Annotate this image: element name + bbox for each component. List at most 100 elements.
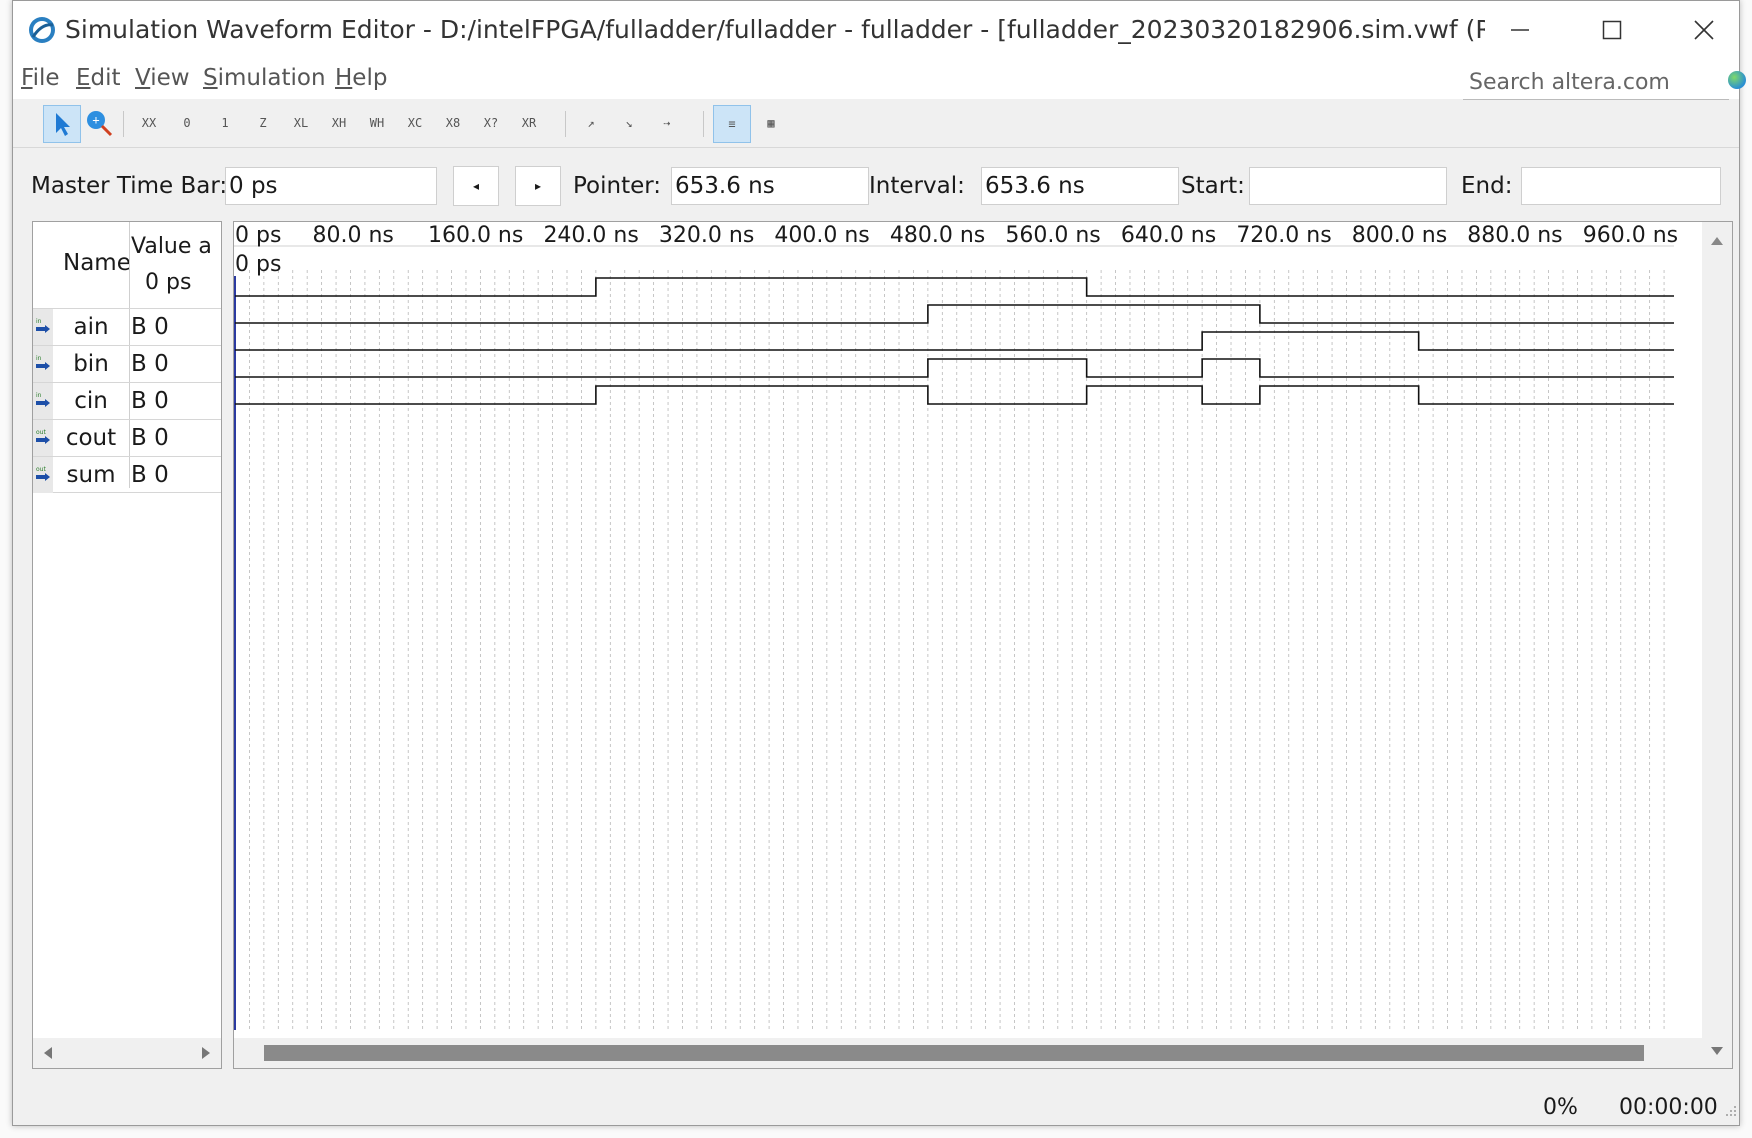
signal-row-ain[interactable]: in ain B 0 [33, 308, 221, 345]
count-value-button[interactable]: X8 [435, 105, 471, 141]
menu-file[interactable]: File [21, 65, 60, 91]
previous-transition-button[interactable]: ◂ [453, 166, 499, 206]
arbitrary-value-button[interactable]: ↗ [573, 105, 609, 141]
forcing-high-button[interactable]: 1 [207, 105, 243, 141]
random-values-button[interactable]: XR [511, 105, 547, 141]
select-pointer-button[interactable] [43, 105, 81, 143]
end-label: End: [1461, 173, 1513, 199]
close-button[interactable] [1681, 9, 1727, 51]
minimize-button[interactable] [1497, 9, 1543, 51]
toolbar-separator [565, 111, 566, 137]
resize-grip-icon[interactable] [1725, 1105, 1737, 1117]
signal-value: B 0 [131, 314, 169, 340]
next-transition-button[interactable]: ▸ [515, 166, 561, 206]
interval-field[interactable]: 653.6 ns [981, 167, 1179, 205]
time-tick-label: 480.0 ns [890, 223, 985, 248]
signal-list-hscroll[interactable] [33, 1038, 221, 1068]
scroll-down-icon[interactable] [1711, 1046, 1723, 1056]
grid-settings-button[interactable]: ▦ [753, 105, 789, 141]
waveform-canvas[interactable]: 0 ps 80.0 ns 160.0 ns 240.0 ns 320.0 ns 400.0… [234, 222, 1702, 1038]
menu-help-mnemonic: H [335, 65, 353, 91]
weak-low-button[interactable]: XH [321, 105, 357, 141]
signal-icon-cell: out [33, 420, 53, 456]
menu-edit-label: dit [90, 65, 121, 91]
maximize-icon [1602, 20, 1622, 40]
menu-edit-mnemonic: E [76, 65, 91, 91]
waveform-ain [235, 277, 1674, 297]
menu-view[interactable]: View [135, 65, 190, 91]
pointer-field[interactable]: 653.6 ns [671, 167, 869, 205]
signal-value: B 0 [131, 425, 169, 451]
forcing-unknown-icon: XX [141, 116, 157, 130]
elapsed-time: 00:00:00 [1619, 1095, 1718, 1120]
waveform-panel[interactable]: 0 ps 80.0 ns 160.0 ns 240.0 ns 320.0 ns 400.0… [233, 221, 1733, 1069]
svg-text:in: in [36, 355, 42, 362]
scroll-right-icon[interactable] [201, 1047, 211, 1059]
end-field[interactable] [1521, 167, 1721, 205]
waveform-bin [235, 304, 1674, 324]
waveform-hscroll[interactable] [234, 1038, 1702, 1068]
globe-icon[interactable] [1728, 71, 1746, 89]
zoom-icon: + [87, 111, 113, 137]
waveform-vscroll[interactable] [1702, 222, 1732, 1068]
menu-edit[interactable]: Edit [76, 65, 121, 91]
time-tick-label: 720.0 ns [1236, 223, 1331, 248]
search-placeholder: Search altera.com [1469, 69, 1670, 95]
value-column-time: 0 ps [145, 270, 192, 295]
signal-row-cout[interactable]: out cout B 0 [33, 419, 221, 456]
maximize-button[interactable] [1589, 9, 1635, 51]
close-icon [1694, 20, 1714, 40]
signal-icon-cell: out [33, 457, 53, 493]
clock-button[interactable]: X? [473, 105, 509, 141]
arbitrary-value-icon: ↗ [587, 116, 595, 130]
weak-high-button[interactable]: WH [359, 105, 395, 141]
waveform-hscroll-thumb[interactable] [264, 1045, 1644, 1061]
scroll-up-icon[interactable] [1711, 236, 1723, 246]
overwrite-clock-button[interactable]: ≡ [713, 105, 751, 143]
signal-row-bin[interactable]: in bin B 0 [33, 345, 221, 382]
signal-name: cout [65, 425, 117, 451]
time-tick-label: 320.0 ns [659, 223, 754, 248]
time-tick-label: 800.0 ns [1352, 223, 1447, 248]
input-pin-icon: in [36, 355, 50, 370]
search-input[interactable]: Search altera.com [1463, 65, 1729, 100]
waveform-cout [235, 358, 1674, 378]
value-column-header[interactable]: Value a [131, 234, 223, 259]
snap-to-grid-button[interactable]: ↘ [611, 105, 647, 141]
invert-button[interactable]: XC [397, 105, 433, 141]
signal-row-cin[interactable]: in cin B 0 [33, 382, 221, 419]
master-time-bar-field[interactable]: 0 ps [225, 167, 437, 205]
time-tick-label: 0 ps [235, 223, 281, 248]
weak-high-icon: WH [369, 116, 385, 130]
scroll-left-icon[interactable] [43, 1047, 53, 1059]
sort-button[interactable]: ⇢ [649, 105, 685, 141]
forcing-unknown-button[interactable]: XX [131, 105, 167, 141]
start-field[interactable] [1249, 167, 1447, 205]
forcing-high-icon: 1 [221, 116, 229, 130]
time-tick-label: 560.0 ns [1005, 223, 1100, 248]
svg-text:in: in [36, 318, 42, 325]
window-title: Simulation Waveform Editor - D:/intelFPG… [65, 15, 1485, 44]
menu-view-label: iew [150, 65, 190, 91]
menu-help[interactable]: Help [335, 65, 387, 91]
input-pin-icon: in [36, 318, 50, 333]
master-time-bar-label: Master Time Bar: [31, 173, 228, 199]
time-tick-label: 240.0 ns [543, 223, 638, 248]
signal-row-sum[interactable]: out sum B 0 [33, 456, 221, 493]
random-values-icon: XR [521, 116, 537, 130]
waveform-cin [235, 331, 1674, 351]
progress-percent: 0% [1543, 1095, 1578, 1120]
high-impedance-button[interactable]: Z [245, 105, 281, 141]
svg-text:out: out [36, 466, 46, 473]
start-label: Start: [1181, 173, 1245, 199]
select-pointer-icon [56, 113, 70, 136]
name-column-header[interactable]: Name [63, 250, 131, 276]
pointer-label: Pointer: [573, 173, 662, 199]
app-logo-icon [29, 17, 55, 43]
weak-unknown-button[interactable]: XL [283, 105, 319, 141]
zoom-button[interactable]: + [81, 105, 117, 141]
forcing-low-button[interactable]: 0 [169, 105, 205, 141]
menu-view-mnemonic: V [135, 65, 151, 91]
time-tick-label: 80.0 ns [312, 223, 393, 248]
menu-simulation[interactable]: Simulation [203, 65, 326, 91]
